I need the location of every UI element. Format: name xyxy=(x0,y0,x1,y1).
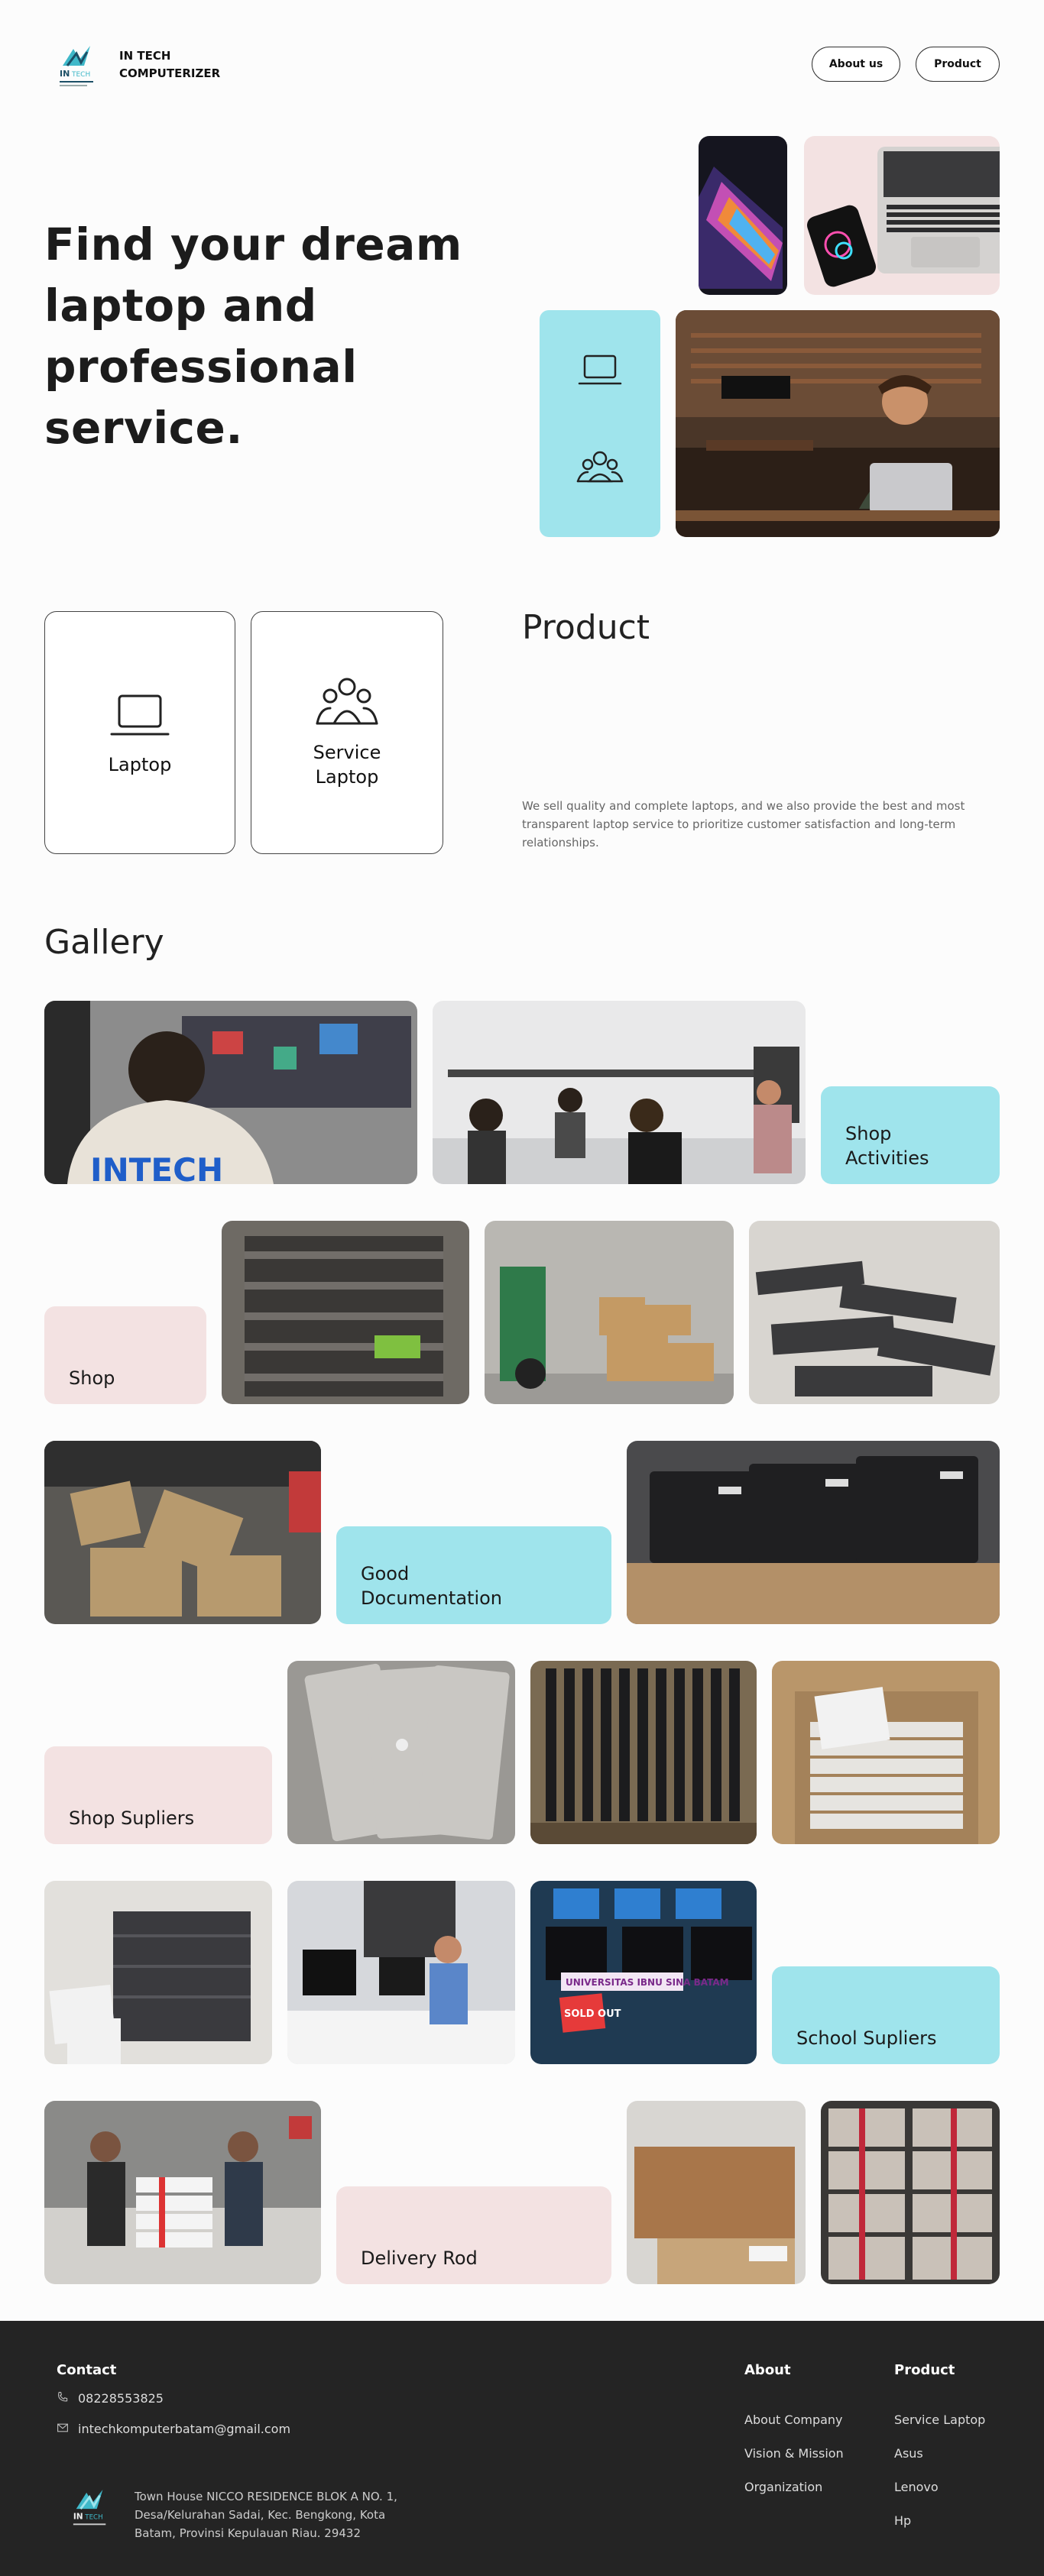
product-description: We sell quality and complete laptops, an… xyxy=(522,799,965,849)
gallery-label-shop-supliers: Shop Supliers xyxy=(69,1807,195,1829)
gallery-photo-boxes-truck xyxy=(44,1441,321,1624)
product-card-service[interactable]: Service Laptop xyxy=(251,611,443,854)
shirt-text: INTECH xyxy=(90,1151,223,1184)
label-line: Shop xyxy=(845,1123,892,1144)
footer-address: Town House NICCO RESIDENCE BLOK A NO. 1,… xyxy=(135,2487,456,2542)
mail-icon xyxy=(57,2422,72,2437)
hero-title-line: laptop and xyxy=(44,280,317,332)
gallery-label-shop: Shop xyxy=(69,1367,115,1389)
sold-out-sign-text: SOLD OUT xyxy=(564,2008,621,2020)
gallery-photo-technician: INTECH xyxy=(44,1001,417,1184)
gallery-label-tile-shop: Shop xyxy=(44,1306,206,1404)
brand-name: IN TECH COMPUTERIZER xyxy=(119,47,220,83)
card-label-service-line: Laptop xyxy=(315,766,379,788)
footer-phone[interactable]: 08228553825 xyxy=(78,2391,164,2406)
gallery-label-tile-shop-activities: Shop Activities xyxy=(821,1086,1000,1184)
label-line: Good xyxy=(361,1563,410,1584)
card-label-service: Service Laptop xyxy=(313,740,381,789)
hero-title-line: professional xyxy=(44,341,358,393)
hero-laptop-dark-photo xyxy=(699,136,787,295)
gallery-photo-taped-packages xyxy=(821,2101,1000,2284)
users-icon xyxy=(316,678,378,725)
gallery-photo-desktop-units xyxy=(44,1881,272,2064)
product-card-laptop[interactable]: Laptop xyxy=(44,611,235,854)
hero-services-tile xyxy=(540,310,660,537)
hero-title: Find your dream laptop and professional … xyxy=(44,214,503,458)
footer-link-organization[interactable]: Organization xyxy=(744,2480,822,2494)
gallery-photo-stacked-cartons xyxy=(627,2101,806,2284)
brand-logo[interactable]: IN TECH xyxy=(57,43,99,92)
gallery-photo-school-lab: UNIVERSITAS IBNU SINA BATAM SOLD OUT xyxy=(530,1881,757,2064)
gallery-label-tile-shop-supliers: Shop Supliers xyxy=(44,1746,272,1844)
footer: Contact 08228553825 intechkomputerbatam@… xyxy=(0,2321,1044,2576)
product-nav-button[interactable]: Product xyxy=(916,47,1000,82)
gallery-label-tile-good-documentation: Good Documentation xyxy=(336,1526,611,1624)
card-label-laptop: Laptop xyxy=(108,754,172,775)
hero-title-line: Find your dream xyxy=(44,218,462,270)
hero-man-with-laptop-photo xyxy=(676,310,1000,537)
gallery-photo-team-working xyxy=(433,1001,806,1184)
gallery-photo-delivery-men xyxy=(44,2101,321,2284)
svg-text:TECH: TECH xyxy=(84,2514,102,2522)
svg-text:TECH: TECH xyxy=(71,71,90,79)
footer-about-title: About xyxy=(744,2362,791,2378)
footer-link-hp[interactable]: Hp xyxy=(894,2513,911,2528)
card-label-service-line: Service xyxy=(313,742,381,763)
gallery-label-shop-activities: Shop Activities xyxy=(845,1121,929,1170)
gallery-photo-wrapped-stack xyxy=(222,1221,469,1404)
laptop-icon xyxy=(110,694,170,736)
address-line: Town House NICCO RESIDENCE BLOK A NO. 1, xyxy=(135,2490,397,2503)
gallery-photo-computer-lab xyxy=(287,1881,515,2064)
gallery-photo-laptops-rack xyxy=(530,1661,757,1844)
footer-email[interactable]: intechkomputerbatam@gmail.com xyxy=(78,2422,290,2436)
banner-text: UNIVERSITAS IBNU SINA BATAM xyxy=(566,1977,729,1988)
gallery-photo-box-of-laptops xyxy=(772,1661,1000,1844)
brand-line-2: COMPUTERIZER xyxy=(119,66,221,80)
label-line: Activities xyxy=(845,1147,929,1169)
label-line: Documentation xyxy=(361,1587,503,1609)
hero-title-line: service. xyxy=(44,402,243,454)
product-section-title: Product xyxy=(522,608,650,647)
phone-icon xyxy=(57,2391,72,2406)
address-line: Batam, Provinsi Kepulauan Riau. 29432 xyxy=(135,2526,362,2540)
gallery-label-delivery: Delivery Rod xyxy=(361,2248,478,2269)
gallery-photo-warehouse-boxes xyxy=(485,1221,734,1404)
address-line: Desa/Kelurahan Sadai, Kec. Bengkong, Kot… xyxy=(135,2508,386,2522)
svg-text:IN: IN xyxy=(73,2513,83,2522)
footer-logo: IN TECH xyxy=(70,2486,112,2535)
gallery-label-tile-delivery: Delivery Rod xyxy=(336,2186,611,2284)
about-us-button[interactable]: About us xyxy=(812,47,900,82)
footer-product-title: Product xyxy=(894,2362,955,2378)
footer-link-about-company[interactable]: About Company xyxy=(744,2413,843,2427)
footer-link-service-laptop[interactable]: Service Laptop xyxy=(894,2413,985,2427)
footer-link-vision-mission[interactable]: Vision & Mission xyxy=(744,2446,844,2461)
gallery-photo-monitors-backs xyxy=(627,1441,1000,1624)
hero-laptop-phone-photo xyxy=(804,136,1000,295)
gallery-photo-macbooks-stack xyxy=(287,1661,515,1844)
brand-line-1: IN TECH xyxy=(119,49,171,63)
gallery-label-good-documentation: Good Documentation xyxy=(361,1561,502,1610)
footer-link-lenovo[interactable]: Lenovo xyxy=(894,2480,939,2494)
gallery-photo-laptop-pile xyxy=(749,1221,1000,1404)
laptop-icon xyxy=(576,354,624,483)
gallery-section-title: Gallery xyxy=(44,923,164,962)
footer-link-asus[interactable]: Asus xyxy=(894,2446,923,2461)
gallery-label-tile-school-supliers: School Supliers xyxy=(772,1966,1000,2064)
svg-text:IN: IN xyxy=(60,69,70,79)
footer-contact-title: Contact xyxy=(57,2362,117,2378)
gallery-label-school-supliers: School Supliers xyxy=(796,2027,937,2049)
